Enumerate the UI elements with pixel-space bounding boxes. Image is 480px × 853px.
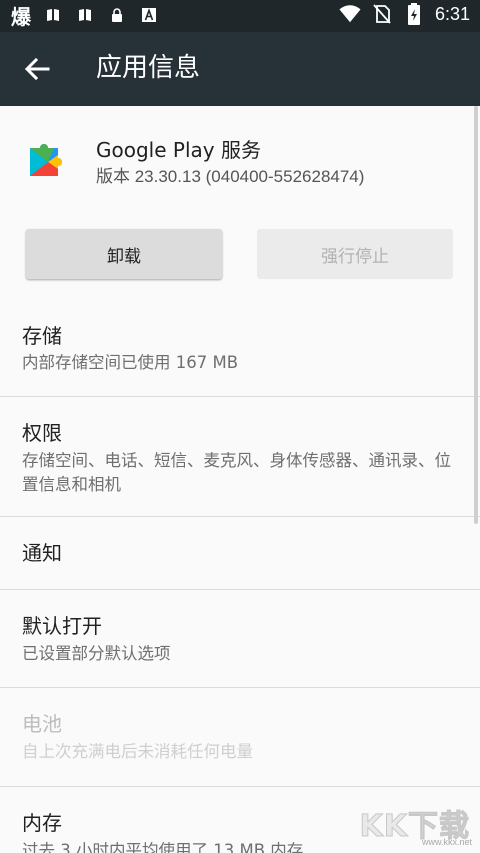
item-summary: 存储空间、电话、短信、麦克风、身体传感器、通讯录、位置信息和相机 (22, 451, 451, 494)
item-summary: 自上次充满电后未消耗任何电量 (22, 742, 253, 761)
item-summary: 已设置部分默认选项 (22, 644, 171, 663)
watermark-url: www.kkx.net (421, 837, 472, 847)
item-label: 通知 (22, 541, 62, 565)
list-item-permissions[interactable]: 权限 存储空间、电话、短信、麦克风、身体传感器、通讯录、位置信息和相机 (0, 397, 480, 516)
battery-icon (403, 3, 425, 25)
font-a-icon (138, 4, 160, 26)
status-time: 6:31 (434, 3, 470, 24)
wifi-icon (339, 3, 361, 25)
list-item-storage[interactable]: 存储 内部存储空间已使用 167 MB (0, 306, 480, 396)
google-play-services-icon (26, 138, 70, 184)
item-label: 权限 (22, 421, 62, 445)
book-icon (74, 4, 96, 26)
lock-icon (106, 4, 128, 26)
item-label: 内存 (22, 811, 62, 835)
uninstall-button[interactable]: 卸载 (26, 229, 222, 279)
list-item-open-by-default[interactable]: 默认打开 已设置部分默认选项 (0, 590, 480, 687)
force-stop-button[interactable]: 强行停止 (257, 229, 453, 279)
item-label: 存储 (22, 324, 62, 348)
scrollbar[interactable] (474, 106, 478, 524)
status-bar: 爆 6:31 (0, 0, 480, 32)
app-version: 版本 23.30.13 (040400-552628474) (96, 167, 365, 186)
back-arrow-icon[interactable] (22, 54, 52, 84)
app-bar: 应用信息 (0, 32, 480, 106)
app-name: Google Play 服务 (96, 138, 261, 162)
list-item-battery: 电池 自上次充满电后未消耗任何电量 (0, 688, 480, 786)
item-label: 电池 (22, 712, 62, 736)
watermark: KK下载 www.kkx.net (356, 801, 476, 851)
book-icon (42, 4, 64, 26)
page-title: 应用信息 (96, 53, 201, 83)
item-summary: 内部存储空间已使用 167 MB (22, 353, 239, 372)
list-item-notifications[interactable]: 通知 (0, 517, 480, 589)
no-sim-icon (371, 3, 393, 25)
app-brand-icon: 爆 (11, 4, 31, 29)
item-label: 默认打开 (22, 614, 102, 638)
